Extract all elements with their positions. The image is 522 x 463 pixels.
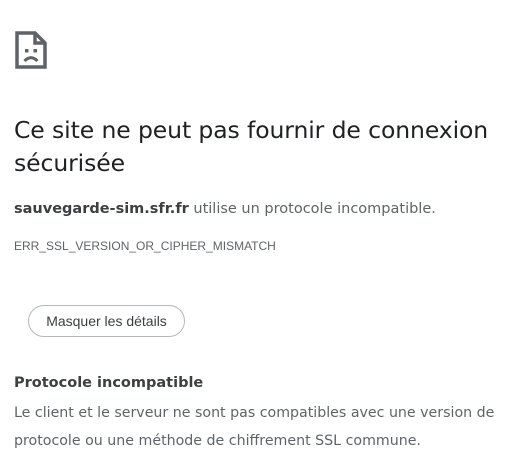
host-name: sauvegarde-sim.sfr.fr [14,201,189,217]
error-page: Ce site ne peut pas fournir de connexion… [0,0,522,463]
error-code: ERR_SSL_VERSION_OR_CIPHER_MISMATCH [14,239,276,253]
hide-details-button[interactable]: Masquer les détails [28,305,185,337]
sad-document-icon [14,30,48,70]
details-text: Le client et le serveur ne sont pas comp… [14,405,495,449]
summary-text: utilise un protocole incompatible. [188,201,436,217]
details-heading: Protocole incompatible [14,375,204,391]
error-summary: sauvegarde-sim.sfr.fr utilise un protoco… [14,198,519,220]
page-title: Ce site ne peut pas fournir de connexion… [14,116,489,177]
